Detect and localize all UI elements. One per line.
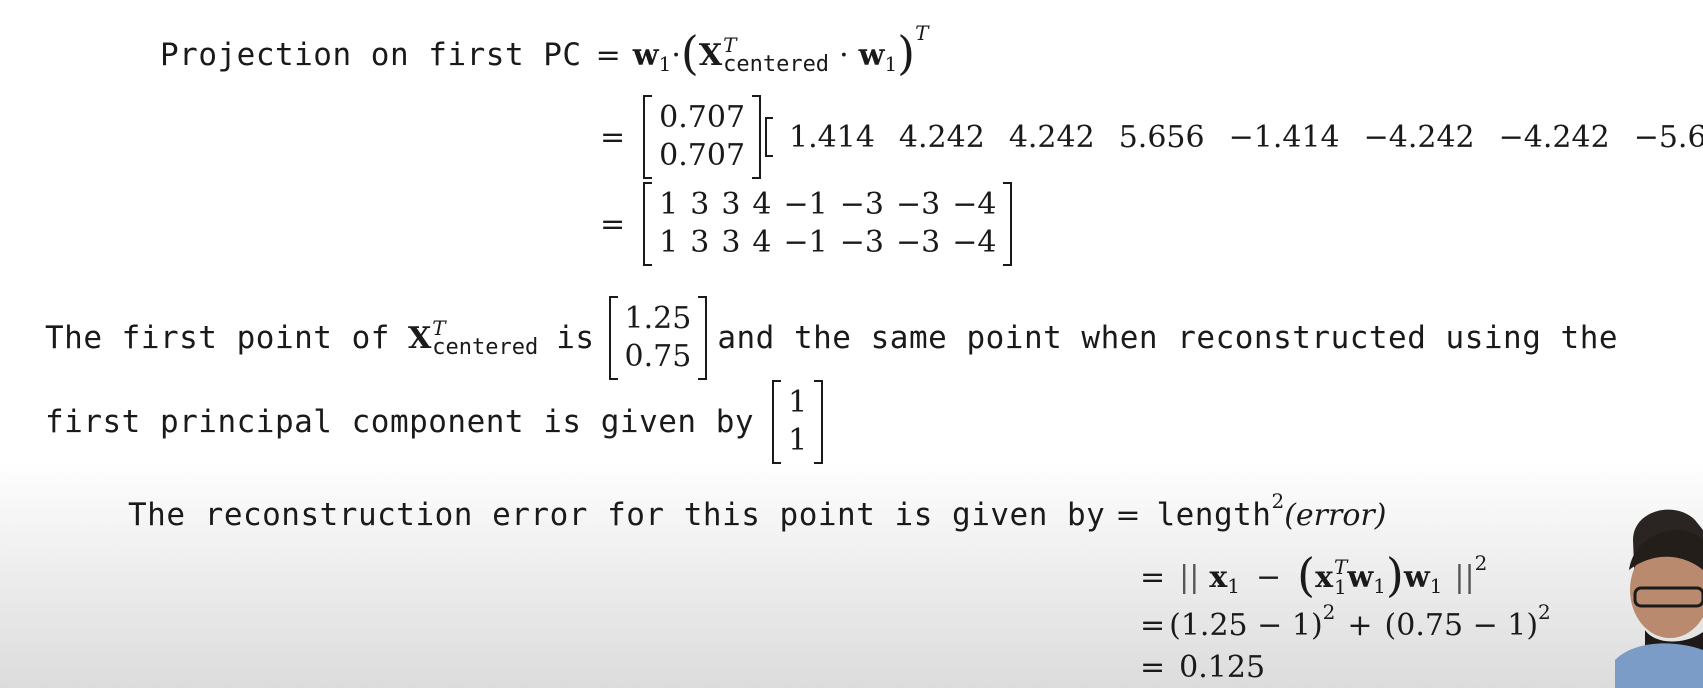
error-line-3: = (1.25 − 1) 2 + (0.75 − 1) 2 — [1140, 600, 1551, 644]
matrix-cell: 4 — [752, 187, 772, 222]
matrix-cell: −3 — [839, 225, 884, 260]
vector-cell: −4.242 — [1363, 119, 1475, 155]
w1-column-vector: 0.707 0.707 — [643, 95, 761, 179]
reconstructed-vector: 1 1 — [772, 380, 824, 464]
matrix-cell: −3 — [839, 187, 884, 222]
matrix-cell: −4 — [952, 225, 997, 260]
one-sub: 1 — [1333, 575, 1347, 599]
matrix-cell: −3 — [895, 225, 941, 260]
vector-cell: 0.75 — [624, 339, 692, 374]
w-vector: w — [632, 37, 659, 73]
matrix-cell: 3 — [721, 225, 741, 260]
x-subsup: T centered — [432, 318, 539, 360]
norm-close: || — [1454, 559, 1475, 595]
transpose-sup: T — [1333, 555, 1348, 579]
principal-component-line: first principal component is given by 1 … — [45, 380, 827, 464]
square-sup: 2 — [1474, 551, 1488, 575]
presenter-avatar — [1615, 500, 1703, 688]
square-sup: 2 — [1271, 489, 1285, 513]
vector-cell: 1.25 — [624, 301, 692, 336]
error-result: 0.125 — [1179, 650, 1266, 685]
vector-cell: 4.242 — [1008, 119, 1095, 155]
principal-component-text: first principal component is given by — [45, 404, 755, 440]
vector-cell: 4.242 — [898, 119, 985, 155]
error-line-4: = 0.125 — [1140, 650, 1265, 685]
centered-sub: centered — [432, 335, 539, 360]
first-point-line: The first point of X T centered is 1.25 … — [45, 296, 1618, 380]
x-vector: x — [1209, 559, 1228, 595]
vector-cell: 1 — [788, 385, 808, 420]
vector-cell: 1 — [788, 423, 808, 458]
x-matrix: X — [407, 320, 432, 356]
dot-operator: · — [671, 37, 681, 73]
vector-cell: −4.242 — [1498, 119, 1610, 155]
matrix-cell: 0.707 — [659, 138, 746, 173]
second-diff: (0.75 − 1) — [1384, 608, 1539, 643]
vector-cell: 1.414 — [789, 119, 875, 155]
equals-sign: = — [1115, 497, 1141, 533]
equals-sign: = — [600, 206, 626, 242]
matrix-cell: −3 — [895, 187, 941, 222]
projection-label: Projection on first PC — [160, 37, 582, 73]
first-diff: (1.25 − 1) — [1169, 608, 1323, 643]
matrix-cell: 3 — [690, 225, 710, 260]
error-line-2: = || x 1 − ( x T 1 w 1 ) w 1 || 2 — [1140, 548, 1488, 604]
matrix-cell: 1 — [659, 187, 679, 222]
reconstructed-matrix: 1 3 3 4 −1 −3 −3 −4 1 3 3 4 −1 −3 −3 −4 — [643, 182, 1013, 266]
close-paren: ) — [897, 26, 916, 80]
w-vector: w — [1347, 559, 1374, 595]
open-paren: ( — [680, 26, 699, 80]
w-vector-2: w — [858, 37, 885, 73]
x-subsup: T centered — [723, 35, 830, 77]
w-subscript-2: 1 — [884, 52, 898, 76]
outer-transpose: T — [915, 21, 929, 45]
equals-sign: = — [1140, 650, 1166, 685]
is-text: is — [556, 320, 595, 356]
first-point-vector: 1.25 0.75 — [608, 296, 708, 380]
vector-cell: 5.656 — [1118, 119, 1205, 155]
length-word: length — [1156, 497, 1272, 533]
matrix-cell: −4 — [952, 187, 997, 222]
square-sup-2: 2 — [1538, 599, 1551, 624]
error-label: The reconstruction error for this point … — [128, 497, 1106, 533]
matrix-cell: 3 — [690, 187, 710, 222]
matrix-cell: 4 — [752, 225, 772, 260]
matrix-cell: 1 — [659, 225, 679, 260]
projection-line-2: = 0.707 0.707 1.414 4.242 4.242 5.656 −1… — [600, 95, 1703, 179]
norm-open: || — [1179, 559, 1200, 595]
matrix-cell: −1 — [783, 187, 828, 222]
vector-cell: −1.414 — [1228, 119, 1340, 155]
projection-line-3: = 1 3 3 4 −1 −3 −3 −4 1 3 3 4 −1 −3 −3 −… — [600, 182, 1016, 266]
equals-sign: = — [1140, 608, 1166, 643]
centered-sub: centered — [723, 52, 830, 77]
vector-cell: −5.656 — [1633, 119, 1703, 155]
matrix-cell: −1 — [783, 225, 828, 260]
square-sup: 2 — [1322, 599, 1336, 624]
w-subscript-2: 1 — [1429, 574, 1443, 598]
w-subscript: 1 — [658, 52, 672, 76]
presenter-icon — [1615, 509, 1703, 688]
plus-sign: + — [1347, 608, 1373, 643]
dot-operator-2: · — [839, 37, 849, 73]
x-vector-2: x — [1315, 559, 1333, 595]
matrix-cell: 0.707 — [659, 100, 746, 135]
open-paren: ( — [1297, 548, 1316, 602]
x-subscript: 1 — [1227, 574, 1240, 598]
w-vector-2: w — [1403, 559, 1430, 595]
matrix-cell: 3 — [721, 187, 741, 222]
first-point-text: The first point of — [45, 320, 390, 356]
w-subscript: 1 — [1373, 574, 1386, 598]
x-subsup: T 1 — [1334, 557, 1347, 597]
projection-line: Projection on first PC = w 1 · ( X T cen… — [160, 21, 928, 82]
x-matrix: X — [698, 37, 723, 73]
equals-sign: = — [595, 37, 621, 73]
equals-sign: = — [1140, 559, 1166, 595]
error-word: (error) — [1284, 497, 1387, 533]
projection-row-vector: 1.414 4.242 4.242 5.656 −1.414 −4.242 −4… — [765, 115, 1703, 159]
minus-sign: − — [1255, 559, 1282, 595]
equals-sign: = — [600, 119, 626, 155]
reconstructed-text: and the same point when reconstructed us… — [717, 320, 1619, 356]
close-paren: ) — [1385, 548, 1404, 602]
error-line-1: The reconstruction error for this point … — [128, 489, 1387, 533]
